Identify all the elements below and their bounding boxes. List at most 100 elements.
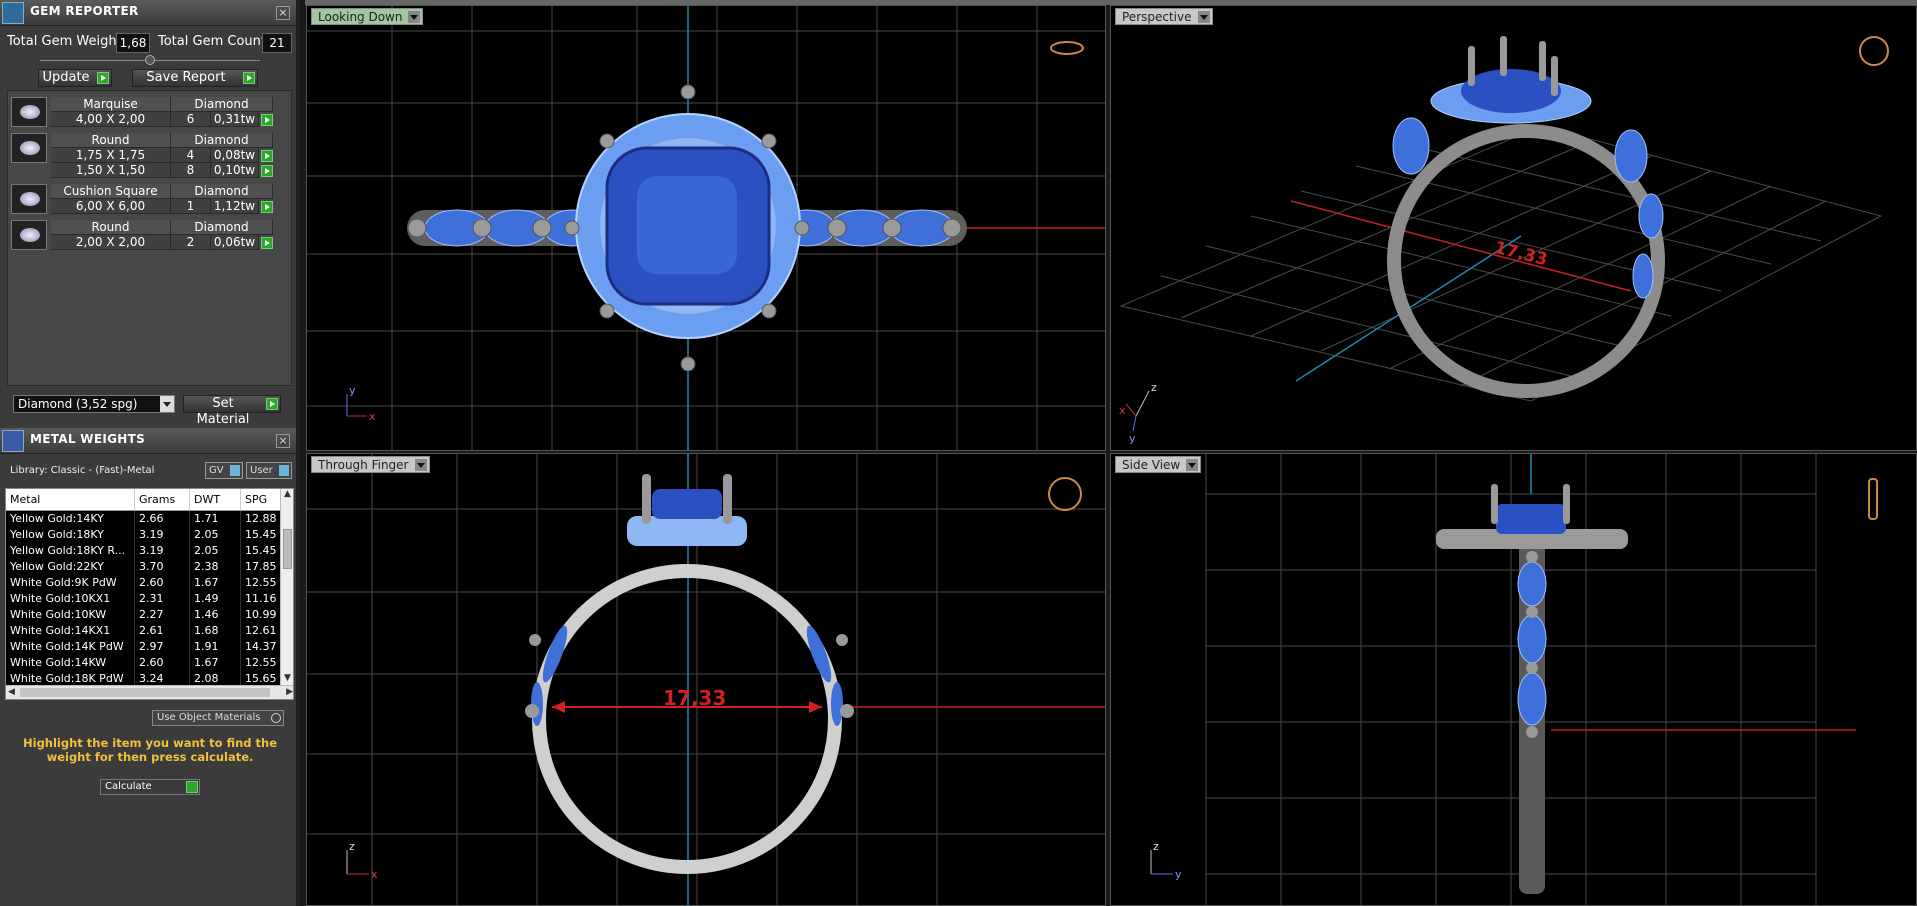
center-stone-facet: [637, 176, 737, 274]
table-row[interactable]: Yellow Gold:18KY R... 3.19 2.05 15.45: [6, 543, 282, 559]
table-cell: 1.68: [190, 623, 241, 639]
scrollbar-thumb[interactable]: [283, 529, 292, 569]
splitter-handle[interactable]: [145, 55, 155, 65]
gem-material: Diamond: [171, 184, 273, 199]
gem-item-cushion-square[interactable]: Cushion Square Diamond 6,00 X 6,00 1 1,1…: [11, 184, 273, 216]
set-material-button[interactable]: Set Material: [183, 395, 281, 427]
close-icon[interactable]: ×: [276, 6, 290, 20]
vertical-scrollbar[interactable]: ▲ ▼: [280, 489, 293, 685]
table-row[interactable]: Yellow Gold:18KY 3.19 2.05 15.45: [6, 527, 282, 543]
gem-tw: 0,06tw: [211, 235, 259, 250]
play-icon: [186, 781, 198, 793]
table-row[interactable]: White Gold:9K PdW 2.60 1.67 12.55: [6, 575, 282, 591]
table-row[interactable]: White Gold:10KX1 2.31 1.49 11.16: [6, 591, 282, 607]
column-header-metal[interactable]: Metal: [6, 489, 135, 511]
library-label: Library: Classic - (Fast)-Metal: [10, 465, 155, 476]
view-label-side-view[interactable]: Side View: [1115, 456, 1202, 473]
select-gem-icon[interactable]: [261, 237, 273, 249]
use-object-materials-label: Use Object Materials: [157, 712, 261, 723]
chevron-left-icon[interactable]: ◀: [8, 687, 15, 697]
gv-toggle[interactable]: GV: [205, 462, 243, 479]
table-row[interactable]: White Gold:14K PdW 2.97 1.91 14.37: [6, 639, 282, 655]
looking-down-scene: yx: [307, 6, 1105, 450]
viewport-through-finger[interactable]: zx 17,33 Through Finger: [306, 453, 1106, 906]
user-label: User: [250, 465, 273, 476]
table-cell: 11.16: [241, 591, 282, 607]
toggle-icon: [279, 465, 289, 476]
round-gem-icon: [11, 220, 47, 250]
select-gem-icon[interactable]: [261, 150, 273, 162]
table-cell: Yellow Gold:14KY: [6, 511, 135, 527]
update-button[interactable]: Update: [38, 69, 112, 87]
gem-item-round-2[interactable]: Round Diamond 2,00 X 2,00 2 0,06tw: [11, 220, 273, 252]
toggle-icon: [230, 465, 240, 476]
gem-shape: Round: [51, 220, 171, 235]
gem-size: 1,75 X 1,75: [51, 148, 171, 163]
user-toggle[interactable]: User: [246, 462, 292, 479]
chevron-right-icon[interactable]: ▶: [286, 687, 293, 697]
column-header-grams[interactable]: Grams: [135, 489, 190, 511]
table-cell: White Gold:14KW: [6, 655, 135, 671]
gem-size: 6,00 X 6,00: [51, 199, 171, 214]
gem-material: Diamond: [171, 97, 273, 112]
column-header-spg[interactable]: SPG: [241, 489, 282, 511]
gem-material: Diamond: [171, 133, 273, 148]
svg-text:y: y: [1175, 868, 1182, 881]
calculate-select[interactable]: Calculate: [100, 779, 200, 795]
view-label-perspective[interactable]: Perspective: [1115, 8, 1213, 25]
gem-shape: Marquise: [51, 97, 171, 112]
gem-reporter-title: GEM REPORTER: [30, 4, 139, 18]
ring-shank: [532, 564, 842, 874]
viewport-side-view[interactable]: z y Side View: [1110, 453, 1917, 906]
gem-size: 1,50 X 1,50: [51, 163, 171, 178]
chevron-down-icon[interactable]: ▼: [283, 673, 292, 685]
svg-text:z: z: [1151, 381, 1157, 394]
table-row[interactable]: White Gold:10KW 2.27 1.46 10.99: [6, 607, 282, 623]
ring-orientation-icon: [1859, 36, 1889, 66]
table-cell: 1.91: [190, 639, 241, 655]
total-weight-value: 1,68: [116, 33, 150, 53]
column-header-dwt[interactable]: DWT: [190, 489, 241, 511]
chevron-down-icon: [160, 396, 174, 412]
perspective-scene: z x y: [1119, 36, 1889, 445]
gem-item-round[interactable]: Round Diamond 1,75 X 1,75 4 0,08tw 1,50 …: [11, 133, 273, 180]
play-icon: [97, 72, 109, 84]
perspective-grid: [1119, 125, 1883, 402]
table-row[interactable]: White Gold:14KW 2.60 1.67 12.55: [6, 655, 282, 671]
close-icon[interactable]: ×: [276, 434, 290, 448]
gem-size: 4,00 X 2,00: [51, 112, 171, 127]
select-gem-icon[interactable]: [261, 114, 273, 126]
svg-text:z: z: [1153, 840, 1159, 853]
chevron-up-icon[interactable]: ▲: [283, 489, 292, 501]
viewport-looking-down[interactable]: yx Looking Down: [306, 5, 1106, 451]
select-gem-icon[interactable]: [261, 165, 273, 177]
table-cell: 2.60: [135, 575, 190, 591]
scrollbar-thumb[interactable]: [20, 688, 270, 697]
viewport-perspective[interactable]: zxy 17.33 Perspective: [1110, 5, 1917, 451]
set-material-label: Set Material: [196, 396, 250, 427]
horizontal-scrollbar[interactable]: ◀ ▶: [6, 685, 293, 699]
radio-icon: [271, 713, 281, 723]
material-select[interactable]: Diamond (3,52 spg): [13, 395, 175, 413]
table-cell: White Gold:14K PdW: [6, 639, 135, 655]
gem-count: 8: [171, 163, 211, 178]
dimension-arrow-right: [809, 701, 822, 713]
side-stones: [531, 625, 843, 726]
table-row[interactable]: White Gold:14KX1 2.61 1.68 12.61: [6, 623, 282, 639]
table-row[interactable]: Yellow Gold:22KY 3.70 2.38 17.85: [6, 559, 282, 575]
table-cell: Yellow Gold:22KY: [6, 559, 135, 575]
view-label-through-finger[interactable]: Through Finger: [311, 456, 430, 473]
table-cell: 2.31: [135, 591, 190, 607]
svg-text:y: y: [349, 384, 356, 397]
use-object-materials-toggle[interactable]: Use Object Materials: [152, 710, 284, 726]
select-gem-icon[interactable]: [261, 201, 273, 213]
save-report-label: Save Report: [146, 70, 226, 85]
view-label-looking-down[interactable]: Looking Down: [311, 8, 424, 25]
gem-item-marquise[interactable]: Marquise Diamond 4,00 X 2,00 6 0,31tw: [11, 97, 273, 129]
svg-text:z: z: [349, 840, 355, 853]
table-row[interactable]: Yellow Gold:14KY 2.66 1.71 12.88: [6, 511, 282, 527]
view-label-text: Looking Down: [318, 10, 403, 24]
save-report-button[interactable]: Save Report: [132, 69, 258, 87]
table-cell: Yellow Gold:18KY R...: [6, 543, 135, 559]
side-stones: [1517, 561, 1547, 726]
